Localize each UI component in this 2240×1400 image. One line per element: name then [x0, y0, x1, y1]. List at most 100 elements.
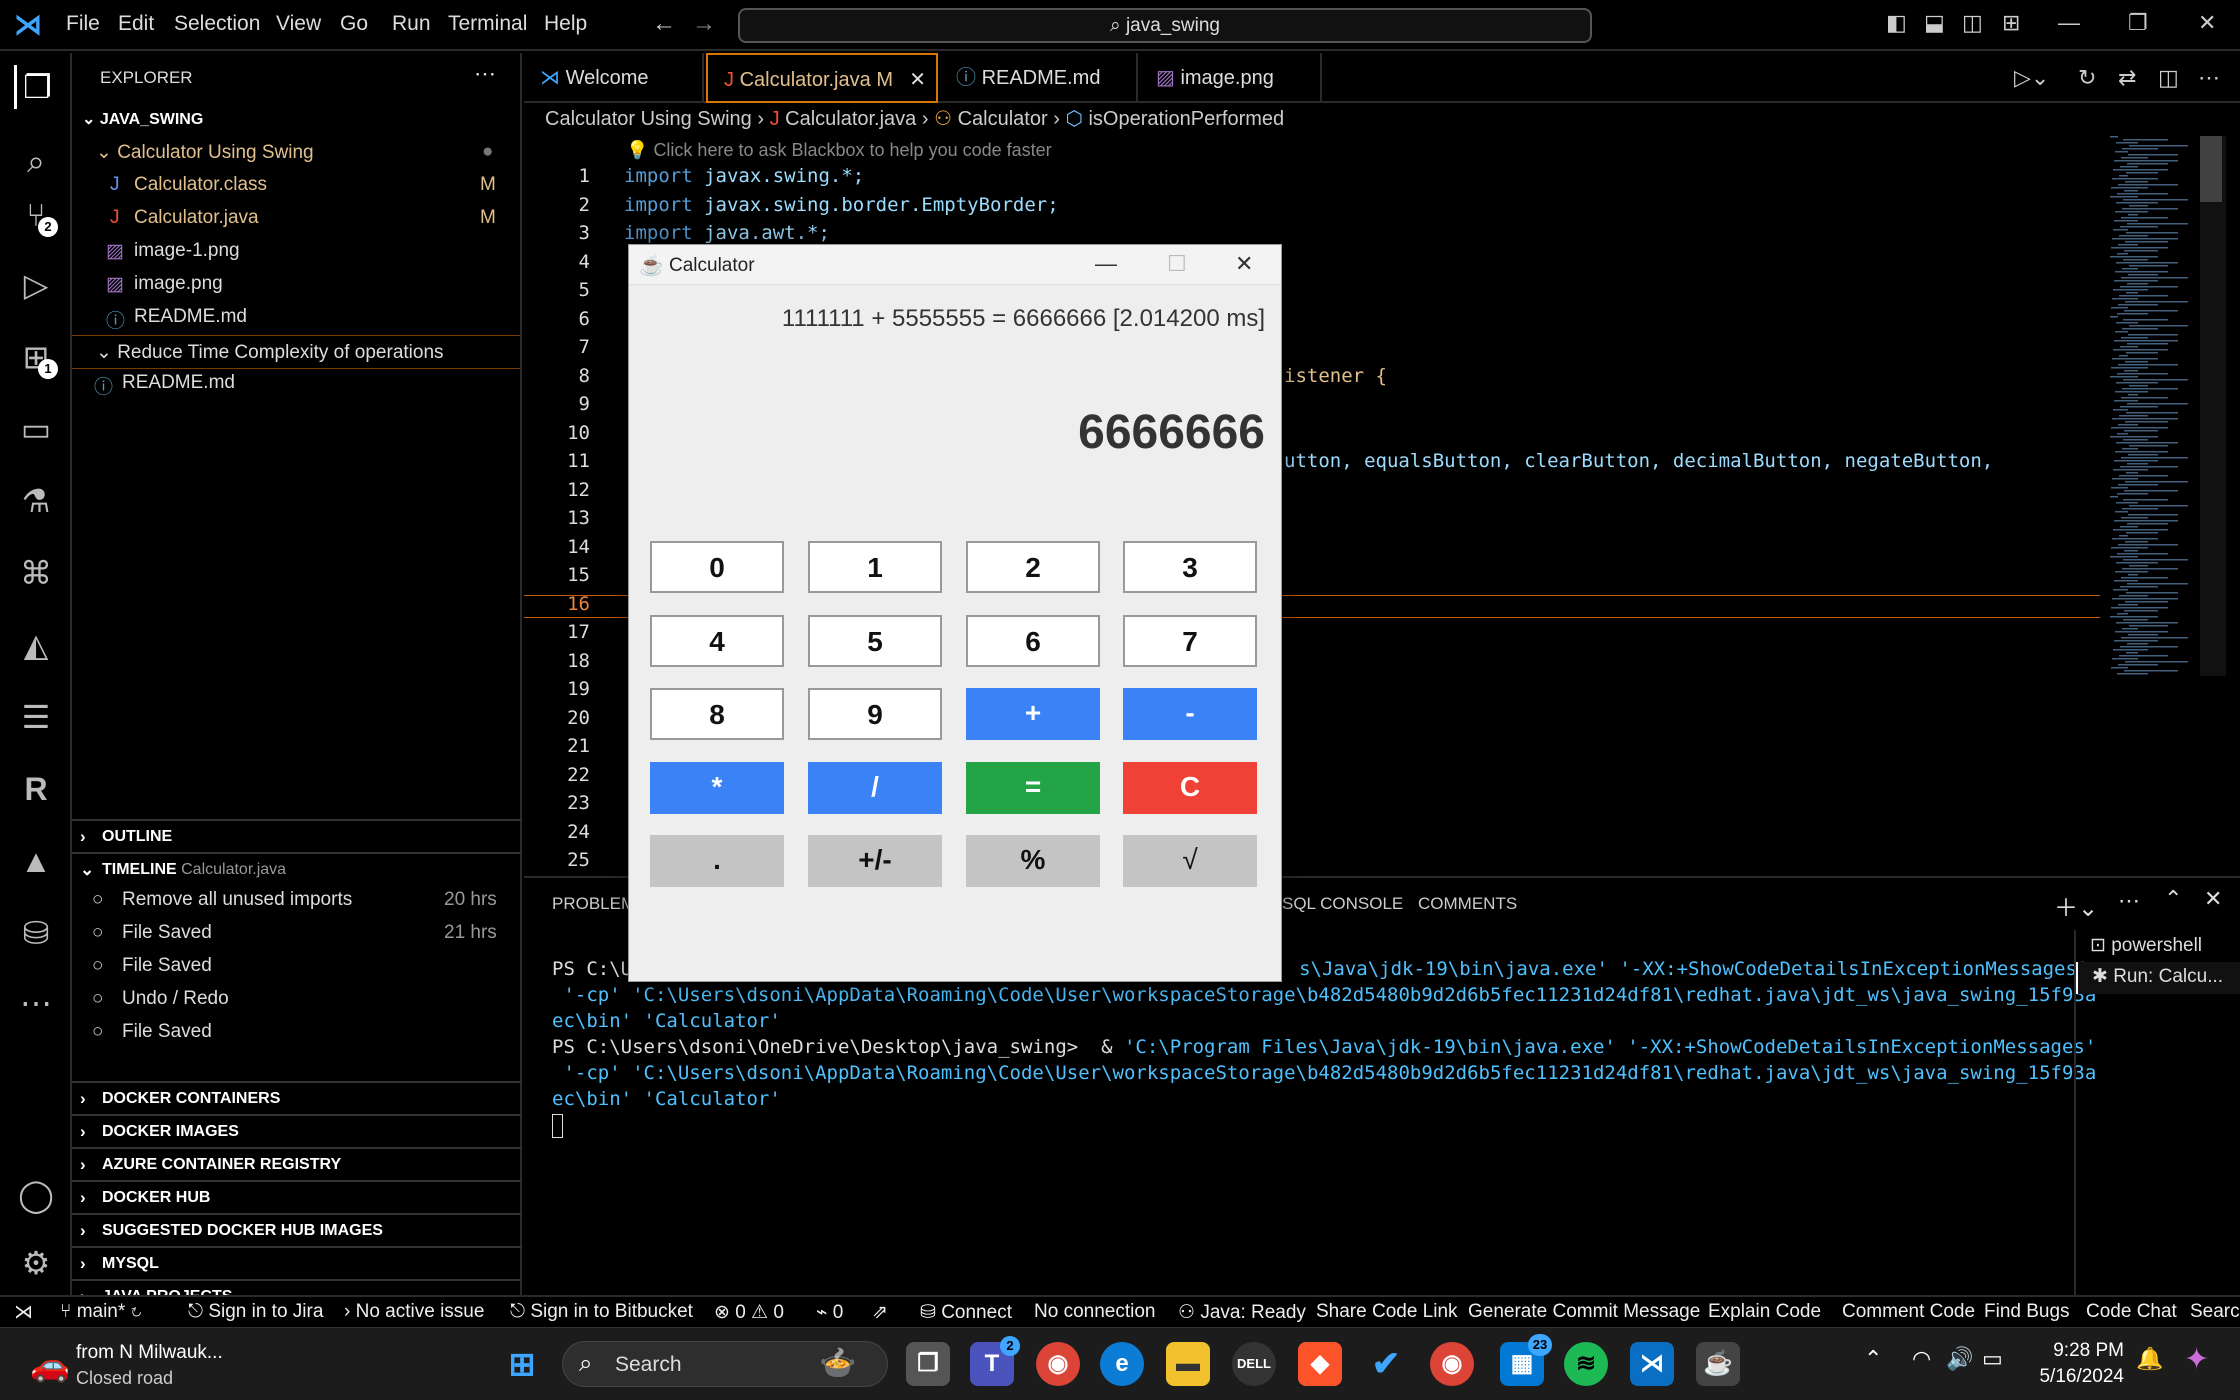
- docker-icon[interactable]: ◭: [14, 623, 58, 667]
- calc-button-divide[interactable]: /: [808, 762, 942, 814]
- live-share-icon[interactable]: ⇗: [872, 1301, 888, 1324]
- timeline-item[interactable]: File Saved: [122, 955, 212, 977]
- minimap[interactable]: [2100, 136, 2240, 676]
- java-projects-section[interactable]: ›JAVA PROJECTS: [72, 1279, 522, 1306]
- toggle-sidebar-icon[interactable]: ◧: [1886, 10, 1907, 36]
- problems-status[interactable]: ⊗ 0 ⚠ 0: [714, 1301, 784, 1324]
- edge-icon[interactable]: e: [1100, 1342, 1144, 1386]
- todo-icon[interactable]: ✔: [1364, 1342, 1408, 1386]
- calc-button-7[interactable]: 7: [1123, 615, 1257, 667]
- dell-icon[interactable]: DELL: [1232, 1342, 1276, 1386]
- r-language-icon[interactable]: R: [14, 767, 58, 811]
- battery-icon[interactable]: ▭: [1982, 1346, 2003, 1372]
- store-icon[interactable]: ▦ 23: [1500, 1334, 1552, 1386]
- calculator-titlebar[interactable]: ☕ Calculator — ☐ ✕: [629, 245, 1281, 285]
- outline-section[interactable]: › OUTLINE: [72, 819, 522, 852]
- vscode-taskbar-icon[interactable]: ⋊: [1630, 1342, 1674, 1386]
- calc-button-9[interactable]: 9: [808, 688, 942, 740]
- breadcrumb-folder[interactable]: Calculator Using Swing: [545, 108, 752, 130]
- spotify-icon[interactable]: ≋: [1564, 1342, 1608, 1386]
- connection-status[interactable]: No connection: [1034, 1301, 1155, 1323]
- settings-gear-icon[interactable]: ⚙: [14, 1241, 58, 1285]
- timeline-item[interactable]: File Saved: [122, 922, 212, 944]
- file-calculator-java[interactable]: Calculator.java: [134, 207, 259, 229]
- testing-icon[interactable]: ⚗: [14, 479, 58, 523]
- workspace-root[interactable]: ⌄ JAVA_SWING: [82, 109, 203, 129]
- brave-icon[interactable]: ◆: [1298, 1342, 1342, 1386]
- folder-calculator[interactable]: ⌄ Calculator Using Swing: [96, 141, 314, 164]
- calc-button-6[interactable]: 6: [966, 615, 1100, 667]
- calc-button-subtract[interactable]: -: [1123, 688, 1257, 740]
- calc-button-1[interactable]: 1: [808, 541, 942, 593]
- timeline-item[interactable]: File Saved: [122, 1021, 212, 1043]
- menu-terminal[interactable]: Terminal: [448, 12, 527, 36]
- calc-button-multiply[interactable]: *: [650, 762, 784, 814]
- calc-button-percent[interactable]: %: [966, 835, 1100, 887]
- file-readme-2[interactable]: README.md: [122, 372, 235, 394]
- calc-maximize-icon[interactable]: ☐: [1167, 251, 1187, 277]
- tab-sql-console[interactable]: SQL CONSOLE: [1282, 894, 1403, 914]
- menu-file[interactable]: File: [66, 12, 100, 36]
- breadcrumb-file[interactable]: Calculator.java: [785, 108, 916, 130]
- tab-image[interactable]: ▨ image.png: [1140, 53, 1322, 103]
- calc-button-3[interactable]: 3: [1123, 541, 1257, 593]
- file-image[interactable]: image.png: [134, 273, 223, 295]
- azure-registry-section[interactable]: › AZURE CONTAINER REGISTRY: [72, 1147, 522, 1180]
- back-arrow-icon[interactable]: ←: [652, 10, 676, 38]
- find-bugs[interactable]: Find Bugs: [1984, 1301, 2070, 1323]
- timeline-section[interactable]: ⌄ TIMELINE Calculator.java: [72, 852, 522, 885]
- menu-edit[interactable]: Edit: [118, 12, 154, 36]
- mysql-section[interactable]: › MYSQL: [72, 1246, 522, 1279]
- tab-calculator-java[interactable]: J Calculator.java M ✕: [706, 53, 938, 103]
- split-editor-icon[interactable]: ◫: [2158, 65, 2179, 91]
- docker-containers-section[interactable]: › DOCKER CONTAINERS: [72, 1081, 522, 1114]
- clock-date[interactable]: 5/16/2024: [2030, 1366, 2124, 1388]
- calc-button-equals[interactable]: =: [966, 762, 1100, 814]
- suggested-images-section[interactable]: › SUGGESTED DOCKER HUB IMAGES: [72, 1213, 522, 1246]
- calc-button-5[interactable]: 5: [808, 615, 942, 667]
- clock-time[interactable]: 9:28 PM: [2034, 1340, 2124, 1362]
- timeline-item[interactable]: Undo / Redo: [122, 988, 229, 1010]
- tab-comments[interactable]: COMMENTS: [1418, 894, 1517, 914]
- forward-arrow-icon[interactable]: →: [692, 10, 716, 38]
- task-view-icon[interactable]: ❐: [906, 1342, 950, 1386]
- docker-images-section[interactable]: › DOCKER IMAGES: [72, 1114, 522, 1147]
- jira-status[interactable]: ⎋ Sign in to Jira: [188, 1301, 323, 1323]
- minimize-icon[interactable]: —: [2058, 10, 2080, 36]
- weather-title[interactable]: from N Milwauk...: [76, 1342, 223, 1364]
- calc-button-4[interactable]: 4: [650, 615, 784, 667]
- account-icon[interactable]: ◯: [14, 1173, 58, 1217]
- file-explorer-icon[interactable]: ▬: [1166, 1342, 1210, 1386]
- terminal-run-calc[interactable]: ✱ Run: Calcu...: [2076, 962, 2240, 994]
- restore-icon[interactable]: ❐: [2128, 10, 2148, 36]
- terminal-powershell[interactable]: ⊡ powershell: [2090, 934, 2202, 957]
- database-icon[interactable]: ⛁: [14, 911, 58, 955]
- folder-reduce-row[interactable]: ⌄ Reduce Time Complexity of operations: [72, 335, 520, 369]
- tab-readme[interactable]: ⓘ README.md: [940, 53, 1138, 103]
- taskbar-search[interactable]: ⌕ Search 🍲: [562, 1341, 888, 1387]
- editor-more-icon[interactable]: ⋯: [2198, 65, 2220, 91]
- explain-code[interactable]: Explain Code: [1708, 1301, 1821, 1323]
- command-search-box[interactable]: ⌕ java_swing: [738, 8, 1592, 43]
- new-terminal-icon[interactable]: ＋⌄: [2054, 888, 2098, 923]
- java-status[interactable]: ⚇ Java: Ready: [1178, 1301, 1306, 1324]
- wifi-icon[interactable]: ◠: [1912, 1346, 1931, 1372]
- file-image-1[interactable]: image-1.png: [134, 240, 240, 262]
- compare-icon[interactable]: ⇄: [2118, 65, 2136, 91]
- panel-more-icon[interactable]: ⋯: [2118, 888, 2140, 914]
- calc-button-sqrt[interactable]: √: [1123, 835, 1257, 887]
- python-icon[interactable]: ⌘: [14, 551, 58, 595]
- timeline-item[interactable]: Remove all unused imports: [122, 889, 352, 911]
- calc-button-2[interactable]: 2: [966, 541, 1100, 593]
- volume-icon[interactable]: 🔊: [1946, 1346, 1973, 1372]
- breadcrumb-member[interactable]: isOperationPerformed: [1088, 108, 1284, 130]
- teams-icon[interactable]: T2: [970, 1336, 1020, 1386]
- menu-help[interactable]: Help: [544, 12, 587, 36]
- notification-bell-icon[interactable]: 🔔: [2136, 1346, 2163, 1372]
- connect-status[interactable]: ⛁ Connect: [920, 1301, 1012, 1324]
- toggle-secondary-sidebar-icon[interactable]: ◫: [1962, 10, 1983, 36]
- customize-layout-icon[interactable]: ⊞: [2002, 10, 2020, 36]
- run-file-icon[interactable]: ▷⌄: [2014, 65, 2049, 91]
- ports-status[interactable]: ⌁ 0: [816, 1301, 843, 1324]
- menu-selection[interactable]: Selection: [174, 12, 260, 36]
